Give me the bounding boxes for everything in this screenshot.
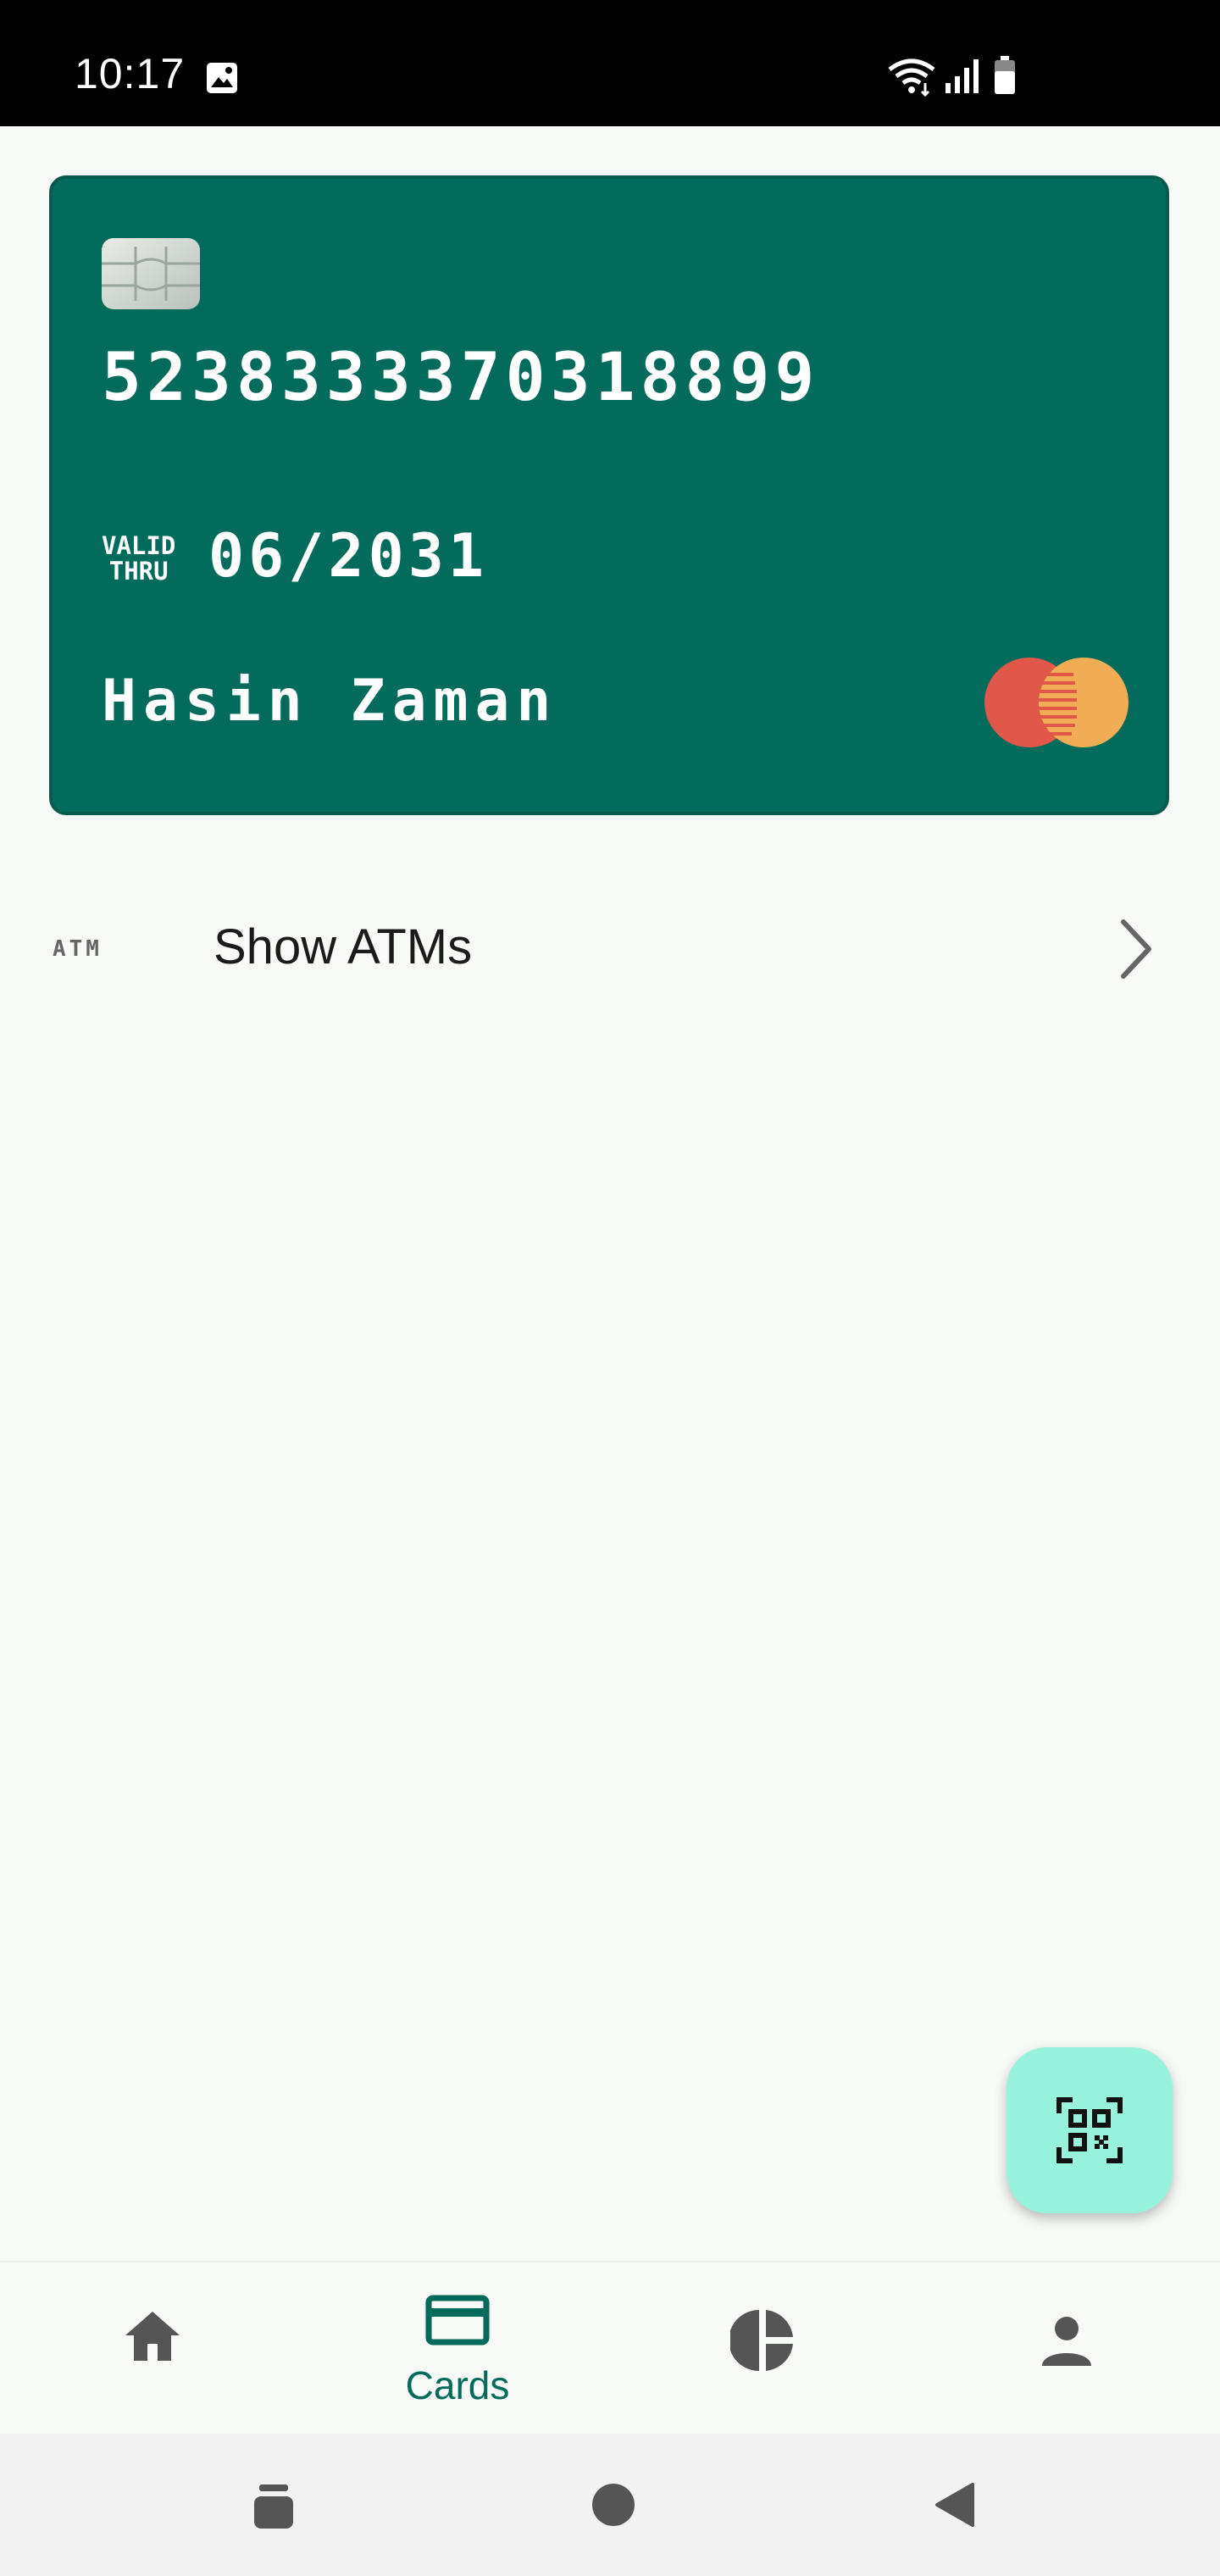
atm-icon: ATM [53,936,103,962]
qr-scan-button[interactable] [1006,2047,1173,2213]
show-atms-row[interactable]: ATM Show ATMs [0,873,1220,1025]
back-icon[interactable] [932,2481,976,2529]
system-navigation-bar [0,2434,1220,2576]
card-expiry: 06/2031 [208,521,489,591]
home-circle-icon[interactable] [591,2483,635,2527]
pie-chart-icon [730,2310,793,2371]
valid-label: VALID [102,531,176,560]
valid-thru-label: VALID THRU [102,533,175,584]
card-icon [425,2295,490,2346]
nav-home[interactable] [0,2262,305,2435]
thru-label: THRU [108,557,169,586]
home-icon [125,2312,180,2361]
chevron-right-icon [1121,919,1151,979]
battery-icon [995,56,1015,94]
status-bar: 10:17 [0,0,1220,126]
nav-cards-label: Cards [405,2363,510,2407]
signal-icon [946,59,979,93]
nav-analytics[interactable] [610,2262,915,2435]
qr-scan-icon [1056,2097,1123,2163]
gallery-icon [207,63,237,93]
status-time: 10:17 [75,50,186,97]
bank-card[interactable]: 5238333370318899 VALID THRU 06/2031 Hasi… [49,175,1169,815]
nav-cards[interactable]: Cards [305,2262,610,2435]
mastercard-logo [984,658,1128,747]
chip-icon [102,238,200,309]
nav-profile[interactable] [915,2262,1220,2435]
person-icon [1042,2317,1091,2366]
wifi-icon [888,58,935,97]
card-holder-name: Hasin Zaman [102,668,558,735]
show-atms-label: Show ATMs [214,919,473,974]
card-number: 5238333370318899 [102,340,820,416]
bottom-navigation: Cards [0,2261,1220,2435]
recents-icon[interactable] [252,2483,295,2530]
